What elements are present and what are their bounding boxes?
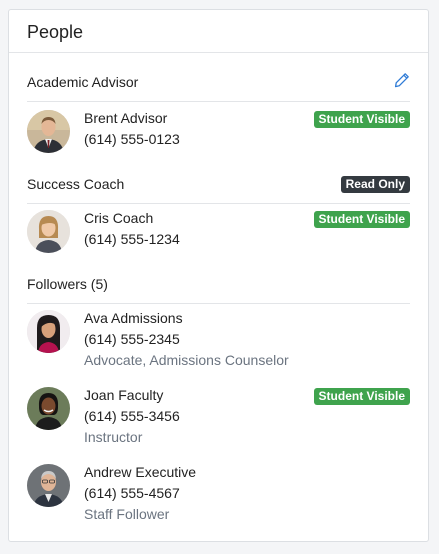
avatar xyxy=(27,387,70,430)
student-visible-badge: Student Visible xyxy=(313,211,410,228)
avatar xyxy=(27,310,70,353)
person-andrew-executive[interactable]: Andrew Executive (614) 555-4567 Staff Fo… xyxy=(27,464,410,528)
person-phone: (614) 555-2345 xyxy=(84,331,180,347)
person-phone: (614) 555-1234 xyxy=(84,231,180,247)
section-followers: Followers (5) xyxy=(27,271,410,304)
avatar xyxy=(27,110,70,153)
read-only-badge: Read Only xyxy=(340,176,410,193)
section-success-coach: Success Coach Read Only xyxy=(27,171,410,204)
person-cris-coach[interactable]: Cris Coach (614) 555-1234 Student Visibl… xyxy=(27,210,410,254)
person-name: Andrew Executive xyxy=(84,464,197,480)
person-ava-admissions[interactable]: Ava Admissions (614) 555-2345 Advocate, … xyxy=(27,310,410,374)
card-title: People xyxy=(9,10,428,53)
person-phone: (614) 555-0123 xyxy=(84,131,180,147)
student-visible-badge: Student Visible xyxy=(313,388,410,405)
person-role: Staff Follower xyxy=(84,506,170,522)
person-role: Instructor xyxy=(84,429,143,445)
person-name: Brent Advisor xyxy=(84,110,168,126)
person-name: Cris Coach xyxy=(84,210,154,226)
person-brent-advisor[interactable]: Brent Advisor (614) 555-0123 Student Vis… xyxy=(27,110,410,154)
section-academic-advisor: Academic Advisor xyxy=(27,69,410,102)
people-card: People Academic Advisor Brent Advisor (6… xyxy=(8,9,429,542)
student-visible-badge: Student Visible xyxy=(313,111,410,128)
person-name: Joan Faculty xyxy=(84,387,164,403)
section-title: Academic Advisor xyxy=(27,74,139,90)
person-phone: (614) 555-3456 xyxy=(84,408,180,424)
avatar xyxy=(27,210,70,253)
person-joan-faculty[interactable]: Joan Faculty (614) 555-3456 Instructor S… xyxy=(27,387,410,451)
person-role: Advocate, Admissions Counselor xyxy=(84,352,289,368)
person-phone: (614) 555-4567 xyxy=(84,485,180,501)
section-title: Followers (5) xyxy=(27,276,108,292)
pencil-icon[interactable] xyxy=(394,72,410,88)
person-name: Ava Admissions xyxy=(84,310,183,326)
avatar xyxy=(27,464,70,507)
section-title: Success Coach xyxy=(27,176,125,192)
